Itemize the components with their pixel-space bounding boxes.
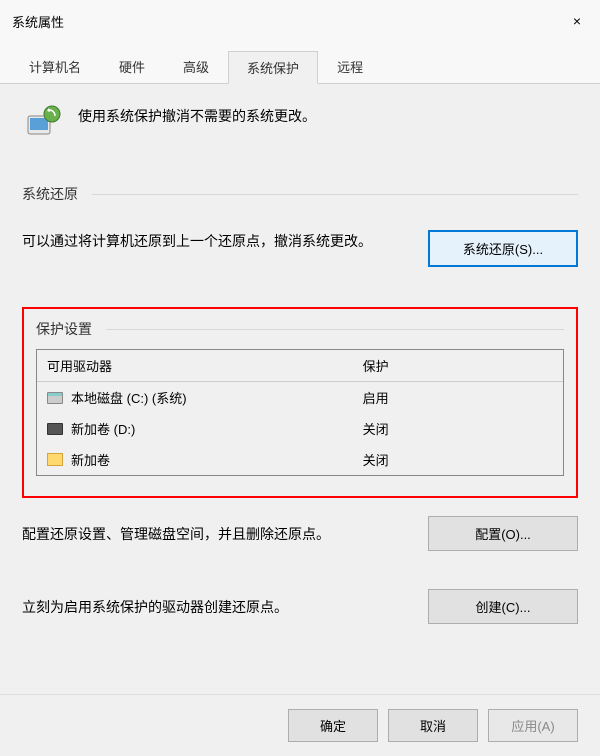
system-properties-window: 系统属性 × 计算机名 硬件 高级 系统保护 远程 使用系统保护撤消不需要的系统… <box>0 0 600 756</box>
tab-advanced[interactable]: 高级 <box>164 50 228 83</box>
drive-local-icon <box>47 392 63 404</box>
table-row[interactable]: 新加卷 关闭 <box>37 444 563 475</box>
titlebar: 系统属性 × <box>0 0 600 42</box>
dialog-buttons: 确定 取消 应用(A) <box>0 694 600 756</box>
drive-status: 启用 <box>353 386 563 409</box>
drives-header: 可用驱动器 保护 <box>37 350 563 382</box>
tab-content: 使用系统保护撤消不需要的系统更改。 系统还原 可以通过将计算机还原到上一个还原点… <box>0 84 600 694</box>
ok-button[interactable]: 确定 <box>288 709 378 742</box>
table-row[interactable]: 本地磁盘 (C:) (系统) 启用 <box>37 382 563 413</box>
intro-text: 使用系统保护撤消不需要的系统更改。 <box>78 102 316 144</box>
drive-status: 关闭 <box>353 448 563 471</box>
close-button[interactable]: × <box>554 6 600 36</box>
intro: 使用系统保护撤消不需要的系统更改。 <box>22 102 578 144</box>
drive-folder-icon <box>47 453 63 466</box>
col-header-status: 保护 <box>353 350 563 381</box>
drives-body: 本地磁盘 (C:) (系统) 启用 新加卷 (D:) 关闭 <box>37 382 563 475</box>
section-protection-title: 保护设置 <box>36 319 564 339</box>
tab-system-protection[interactable]: 系统保护 <box>228 51 318 84</box>
drive-cell: 新加卷 <box>37 448 353 471</box>
drive-status: 关闭 <box>353 417 563 440</box>
drive-cell: 本地磁盘 (C:) (系统) <box>37 386 353 409</box>
configure-button[interactable]: 配置(O)... <box>428 516 578 551</box>
close-icon: × <box>573 13 581 29</box>
section-restore-title: 系统还原 <box>22 184 578 204</box>
drive-name: 新加卷 <box>71 450 110 469</box>
apply-button[interactable]: 应用(A) <box>488 709 578 742</box>
configure-text: 配置还原设置、管理磁盘空间，并且删除还原点。 <box>22 524 416 544</box>
drive-name: 本地磁盘 (C:) (系统) <box>71 388 187 407</box>
create-text: 立刻为启用系统保护的驱动器创建还原点。 <box>22 597 416 617</box>
drive-volume-icon <box>47 423 63 435</box>
restore-row: 可以通过将计算机还原到上一个还原点，撤消系统更改。 系统还原(S)... <box>22 230 578 267</box>
system-protection-icon <box>22 102 64 144</box>
create-row: 立刻为启用系统保护的驱动器创建还原点。 创建(C)... <box>22 589 578 624</box>
protection-settings-highlight: 保护设置 可用驱动器 保护 本地磁盘 (C:) (系统) 启用 <box>22 307 578 498</box>
window-title: 系统属性 <box>12 12 64 31</box>
cancel-button[interactable]: 取消 <box>388 709 478 742</box>
system-restore-button[interactable]: 系统还原(S)... <box>428 230 578 267</box>
drive-name: 新加卷 (D:) <box>71 419 135 438</box>
tab-computer-name[interactable]: 计算机名 <box>10 50 100 83</box>
configure-row: 配置还原设置、管理磁盘空间，并且删除还原点。 配置(O)... <box>22 516 578 551</box>
drive-cell: 新加卷 (D:) <box>37 417 353 440</box>
drives-table: 可用驱动器 保护 本地磁盘 (C:) (系统) 启用 新加卷 <box>36 349 564 476</box>
tab-hardware[interactable]: 硬件 <box>100 50 164 83</box>
create-button[interactable]: 创建(C)... <box>428 589 578 624</box>
col-header-name: 可用驱动器 <box>37 350 353 381</box>
tabs: 计算机名 硬件 高级 系统保护 远程 <box>0 42 600 84</box>
restore-text: 可以通过将计算机还原到上一个还原点，撤消系统更改。 <box>22 230 408 267</box>
tab-remote[interactable]: 远程 <box>318 50 382 83</box>
table-row[interactable]: 新加卷 (D:) 关闭 <box>37 413 563 444</box>
